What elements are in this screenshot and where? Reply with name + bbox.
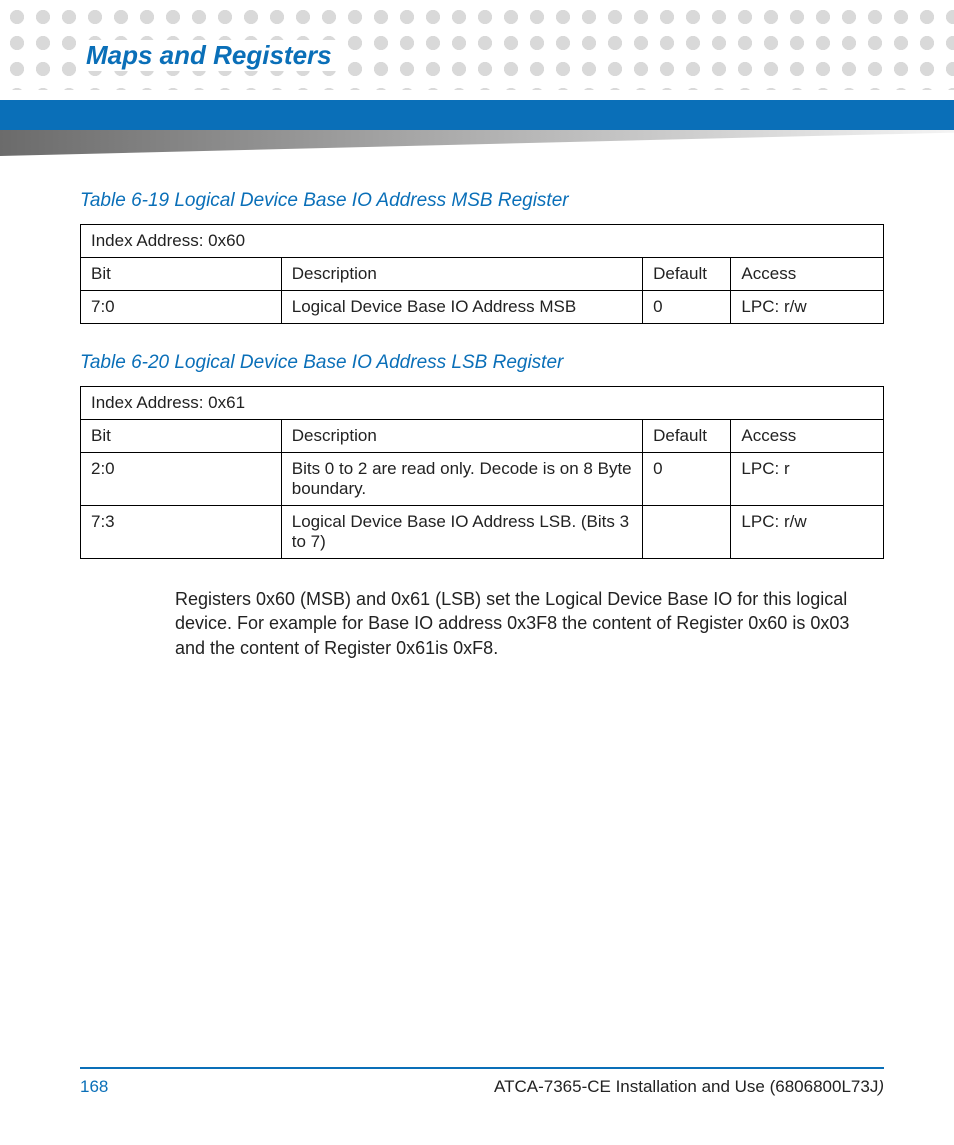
table-row: Bit Description Default Access bbox=[81, 420, 884, 453]
footer-rule bbox=[80, 1067, 884, 1069]
document-title: ATCA-7365-CE Installation and Use (68068… bbox=[494, 1077, 884, 1097]
col-header-access: Access bbox=[731, 420, 884, 453]
document-title-paren: ) bbox=[878, 1077, 884, 1096]
table-row: Bit Description Default Access bbox=[81, 258, 884, 291]
table-row: Index Address: 0x60 bbox=[81, 225, 884, 258]
cell-access: LPC: r/w bbox=[731, 506, 884, 559]
cell-default: 0 bbox=[643, 453, 731, 506]
page-content: Table 6-19 Logical Device Base IO Addres… bbox=[80, 185, 884, 660]
index-address-cell: Index Address: 0x61 bbox=[81, 387, 884, 420]
table-row: Index Address: 0x61 bbox=[81, 387, 884, 420]
register-table-msb: Index Address: 0x60 Bit Description Defa… bbox=[80, 224, 884, 324]
cell-default bbox=[643, 506, 731, 559]
col-header-access: Access bbox=[731, 258, 884, 291]
register-table-lsb: Index Address: 0x61 Bit Description Defa… bbox=[80, 386, 884, 559]
cell-access: LPC: r bbox=[731, 453, 884, 506]
cell-desc: Logical Device Base IO Address LSB. (Bit… bbox=[281, 506, 642, 559]
col-header-default: Default bbox=[643, 258, 731, 291]
cell-desc: Logical Device Base IO Address MSB bbox=[281, 291, 642, 324]
section-title: Maps and Registers bbox=[80, 40, 338, 71]
cell-access: LPC: r/w bbox=[731, 291, 884, 324]
cell-desc: Bits 0 to 2 are read only. Decode is on … bbox=[281, 453, 642, 506]
page-footer: 168 ATCA-7365-CE Installation and Use (6… bbox=[80, 1067, 884, 1097]
col-header-default: Default bbox=[643, 420, 731, 453]
table-caption: Table 6-19 Logical Device Base IO Addres… bbox=[80, 190, 884, 212]
page-number: 168 bbox=[80, 1077, 108, 1097]
index-address-cell: Index Address: 0x60 bbox=[81, 225, 884, 258]
col-header-bit: Bit bbox=[81, 258, 282, 291]
header-blue-bar bbox=[0, 100, 954, 130]
document-title-text: ATCA-7365-CE Installation and Use (68068… bbox=[494, 1077, 878, 1096]
header-wedge-gradient bbox=[0, 130, 954, 156]
table-caption: Table 6-20 Logical Device Base IO Addres… bbox=[80, 352, 884, 374]
cell-bit: 7:3 bbox=[81, 506, 282, 559]
body-paragraph: Registers 0x60 (MSB) and 0x61 (LSB) set … bbox=[175, 587, 879, 660]
cell-bit: 7:0 bbox=[81, 291, 282, 324]
cell-bit: 2:0 bbox=[81, 453, 282, 506]
table-row: 7:3 Logical Device Base IO Address LSB. … bbox=[81, 506, 884, 559]
table-row: 2:0 Bits 0 to 2 are read only. Decode is… bbox=[81, 453, 884, 506]
cell-default: 0 bbox=[643, 291, 731, 324]
col-header-desc: Description bbox=[281, 420, 642, 453]
col-header-bit: Bit bbox=[81, 420, 282, 453]
col-header-desc: Description bbox=[281, 258, 642, 291]
table-row: 7:0 Logical Device Base IO Address MSB 0… bbox=[81, 291, 884, 324]
footer-row: 168 ATCA-7365-CE Installation and Use (6… bbox=[80, 1077, 884, 1097]
